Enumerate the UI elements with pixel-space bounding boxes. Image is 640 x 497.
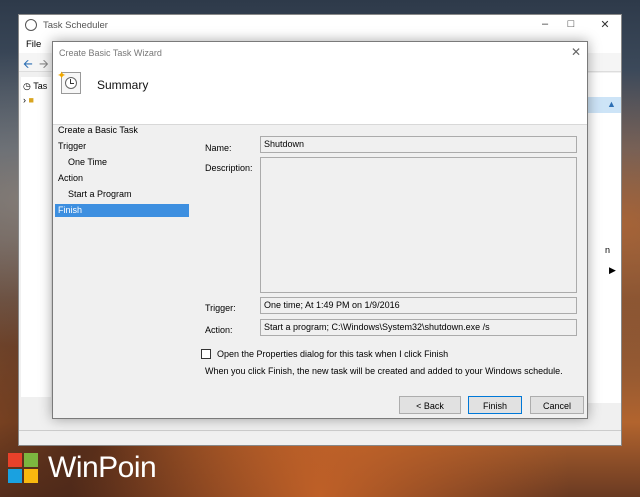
tree-item-task-scheduler[interactable]: ◷ Tas	[23, 81, 47, 92]
maximize-button[interactable]: □	[561, 18, 581, 34]
wizard-titlebar: Create Basic Task Wizard ✕	[53, 42, 587, 62]
logo-square	[8, 453, 22, 467]
actions-pane: ▲ n ▶	[587, 73, 621, 403]
main-window-title: Task Scheduler	[43, 20, 108, 31]
logo-square	[24, 453, 38, 467]
wizard-heading: Summary	[97, 78, 149, 92]
open-properties-label[interactable]: Open the Properties dialog for this task…	[217, 349, 448, 359]
step-finish[interactable]: Finish	[55, 204, 189, 217]
step-action[interactable]: Action	[55, 172, 189, 185]
name-label: Name:	[205, 143, 232, 153]
logo-square	[8, 469, 22, 483]
cancel-button[interactable]: Cancel	[530, 396, 584, 414]
description-label: Description:	[205, 163, 253, 173]
step-trigger[interactable]: Trigger	[55, 140, 189, 153]
navigation-tree: ◷ Tas › ■	[21, 77, 51, 397]
task-scheduler-icon	[25, 19, 37, 31]
star-icon: ✦	[57, 70, 67, 82]
name-field: Shutdown	[260, 136, 577, 153]
wizard-header: ✦ Summary	[53, 62, 587, 125]
create-basic-task-wizard: Create Basic Task Wizard ✕ ✦ Summary Cre…	[52, 41, 588, 419]
tree-item-label: Tas	[33, 81, 48, 91]
step-create-basic-task[interactable]: Create a Basic Task	[55, 124, 189, 137]
trigger-label: Trigger:	[205, 303, 236, 313]
finish-button[interactable]: Finish	[468, 396, 522, 414]
action-label: Action:	[205, 325, 233, 335]
logo-square	[24, 469, 38, 483]
finish-info-text: When you click Finish, the new task will…	[205, 366, 563, 376]
wizard-steps: Create a Basic Task Trigger One Time Act…	[53, 124, 193, 414]
clock-hand	[70, 83, 74, 84]
step-one-time[interactable]: One Time	[55, 156, 189, 169]
wizard-close-icon[interactable]: ✕	[571, 45, 581, 59]
collapse-arrow-icon[interactable]: ▲	[607, 99, 616, 109]
action-item-fragment[interactable]: n	[605, 245, 610, 255]
main-titlebar: Task Scheduler – □ ✕	[19, 15, 621, 37]
open-properties-checkbox[interactable]	[201, 349, 211, 359]
back-arrow-icon[interactable]: 🡨	[23, 55, 33, 76]
tree-item-library[interactable]: › ■	[23, 95, 34, 105]
back-button[interactable]: < Back	[399, 396, 461, 414]
wizard-title: Create Basic Task Wizard	[59, 48, 162, 58]
forward-arrow-icon[interactable]: 🡪	[39, 55, 49, 76]
close-button[interactable]: ✕	[595, 18, 615, 34]
watermark-text: WinPoin	[48, 451, 157, 484]
windows-logo-icon	[8, 453, 38, 483]
description-field	[260, 157, 577, 293]
folder-icon: ■	[28, 95, 34, 105]
action-field: Start a program; C:\Windows\System32\shu…	[260, 319, 577, 336]
status-bar	[19, 430, 621, 445]
step-start-a-program[interactable]: Start a Program	[55, 188, 189, 201]
menu-file[interactable]: File	[26, 39, 41, 50]
submenu-arrow-icon[interactable]: ▶	[609, 265, 616, 276]
minimize-button[interactable]: –	[535, 18, 555, 34]
trigger-field: One time; At 1:49 PM on 1/9/2016	[260, 297, 577, 314]
clock-icon: ◷	[23, 81, 31, 91]
expand-chevron-icon[interactable]: ›	[23, 95, 26, 105]
